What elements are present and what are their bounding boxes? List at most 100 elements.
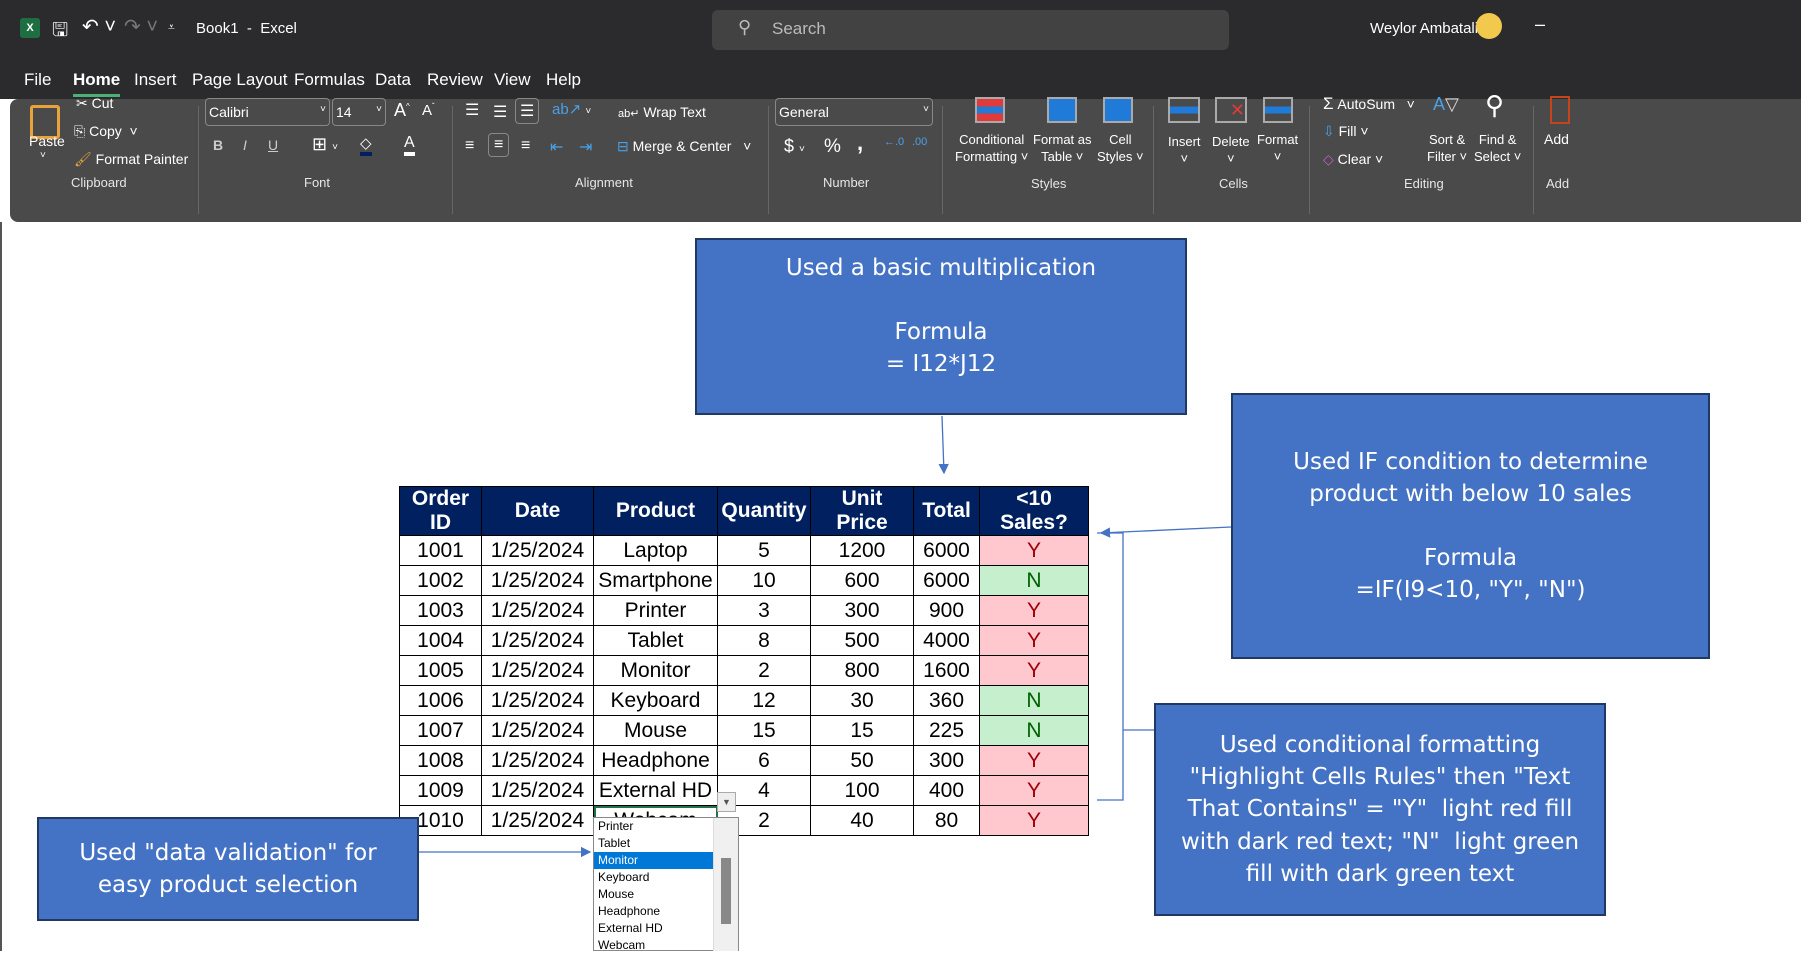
table-cell[interactable]: 1/25/2024 [481, 775, 594, 806]
table-cell[interactable]: 1003 [399, 595, 482, 626]
sales-flag-cell[interactable]: Y [979, 535, 1089, 566]
arrow-multiplication [938, 415, 949, 475]
table-cell[interactable]: Printer [593, 595, 718, 626]
table-cell[interactable]: 900 [913, 595, 980, 626]
table-row: 1002 1/25/2024 Smartphone 10 600 6000 N [399, 565, 1089, 596]
callout-line: = I12*J12 [885, 351, 997, 378]
callout-if-condition: Used IF condition to determine product wi… [1231, 393, 1710, 659]
table-cell[interactable]: 100 [810, 775, 914, 806]
table-cell[interactable]: 40 [810, 805, 914, 836]
table-cell[interactable]: Headphone [593, 745, 718, 776]
column-header[interactable]: Order ID [399, 486, 482, 536]
column-header[interactable]: <10 Sales? [979, 486, 1089, 536]
table-cell[interactable]: 3 [717, 595, 811, 626]
table-cell[interactable]: Smartphone [593, 565, 718, 596]
dropdown-option[interactable]: External HD [594, 920, 713, 937]
table-cell[interactable]: Mouse [593, 715, 718, 746]
column-header[interactable]: Quantity [717, 486, 811, 536]
table-cell[interactable]: 5 [717, 535, 811, 566]
table-cell[interactable]: 1600 [913, 655, 980, 686]
scrollbar-thumb[interactable] [721, 858, 731, 924]
dropdown-arrow-button[interactable]: ▼ [717, 792, 736, 812]
dropdown-option[interactable]: Printer [594, 818, 713, 835]
table-cell[interactable]: Tablet [593, 625, 718, 656]
table-cell[interactable]: Monitor [593, 655, 718, 686]
dropdown-option[interactable]: Webcam [594, 937, 713, 954]
table-cell[interactable]: 300 [913, 745, 980, 776]
callout-line: Formula [894, 319, 988, 346]
table-cell[interactable]: 1006 [399, 685, 482, 716]
table-cell[interactable]: 1007 [399, 715, 482, 746]
table-row: 10101/25/2024Webcam24080Y [399, 805, 1089, 836]
table-cell[interactable]: 1008 [399, 745, 482, 776]
table-cell[interactable]: 10 [717, 565, 811, 596]
table-cell[interactable]: 225 [913, 715, 980, 746]
dropdown-option[interactable]: Monitor [594, 852, 713, 869]
table-cell[interactable]: 1/25/2024 [481, 595, 594, 626]
callout-line: =IF(I9<10, "Y", "N") [1355, 577, 1586, 604]
product-dropdown-list[interactable]: Printer Tablet Monitor Keyboard Mouse Headpho… [593, 817, 739, 954]
table-cell[interactable]: 1200 [810, 535, 914, 566]
sales-flag-cell[interactable]: Y [979, 655, 1089, 686]
table-cell[interactable]: External HD [593, 775, 718, 806]
table-cell[interactable]: 30 [810, 685, 914, 716]
sales-flag-cell[interactable]: Y [979, 775, 1089, 806]
table-cell[interactable]: 1/25/2024 [481, 745, 594, 776]
table-cell[interactable]: 300 [810, 595, 914, 626]
sales-flag-cell[interactable]: Y [979, 805, 1089, 836]
table-cell[interactable]: Keyboard [593, 685, 718, 716]
table-cell[interactable]: 1/25/2024 [481, 685, 594, 716]
bracket-conditional-formatting [1097, 532, 1154, 801]
dropdown-option[interactable]: Headphone [594, 903, 713, 920]
callout-line: with dark red text; "N" light green [1180, 828, 1580, 855]
table-cell[interactable]: 1005 [399, 655, 482, 686]
callout-line: Used conditional formatting [1219, 732, 1541, 759]
arrow-if-condition [1099, 526, 1232, 538]
column-header[interactable]: Date [481, 486, 594, 536]
sales-flag-cell[interactable]: N [979, 715, 1089, 746]
table-cell[interactable]: 1002 [399, 565, 482, 596]
column-header[interactable]: Product [593, 486, 718, 536]
table-cell[interactable]: 8 [717, 625, 811, 656]
table-cell[interactable]: 6000 [913, 535, 980, 566]
table-cell[interactable]: 2 [717, 655, 811, 686]
dropdown-option[interactable]: Keyboard [594, 869, 713, 886]
dropdown-option[interactable]: Tablet [594, 835, 713, 852]
table-cell[interactable]: 15 [810, 715, 914, 746]
table-cell[interactable]: 4000 [913, 625, 980, 656]
table-cell[interactable]: 600 [810, 565, 914, 596]
table-cell[interactable]: 1/25/2024 [481, 625, 594, 656]
table-cell[interactable]: 1/25/2024 [481, 535, 594, 566]
table-cell[interactable]: 15 [717, 715, 811, 746]
table-cell[interactable]: 1001 [399, 535, 482, 566]
table-cell[interactable]: Laptop [593, 535, 718, 566]
sales-flag-cell[interactable]: Y [979, 745, 1089, 776]
table-cell[interactable]: 50 [810, 745, 914, 776]
table-cell[interactable]: 360 [913, 685, 980, 716]
column-header[interactable]: Unit Price [810, 486, 914, 536]
sales-flag-cell[interactable]: Y [979, 595, 1089, 626]
table-cell[interactable]: 400 [913, 775, 980, 806]
table-row: 1007 1/25/2024 Mouse 15 15 225 N [399, 715, 1089, 746]
sales-table: Order ID Date Product Quantity Unit Price Tot… [399, 486, 1089, 836]
table-cell[interactable]: 12 [717, 685, 811, 716]
table-cell[interactable]: 800 [810, 655, 914, 686]
callout-line: product with below 10 sales [1309, 480, 1632, 507]
sales-flag-cell[interactable]: Y [979, 625, 1089, 656]
table-cell[interactable]: 1009 [399, 775, 482, 806]
table-cell[interactable]: 1/25/2024 [481, 655, 594, 686]
callout-line: easy product selection [97, 872, 359, 898]
table-cell[interactable]: 1/25/2024 [481, 565, 594, 596]
table-cell[interactable]: 80 [913, 805, 980, 836]
table-cell[interactable]: 6 [717, 745, 811, 776]
table-cell[interactable]: 6000 [913, 565, 980, 596]
sales-flag-cell[interactable]: N [979, 685, 1089, 716]
table-cell[interactable]: 1/25/2024 [481, 805, 594, 836]
column-header[interactable]: Total [913, 486, 980, 536]
dropdown-option[interactable]: Mouse [594, 886, 713, 903]
table-cell[interactable]: 500 [810, 625, 914, 656]
dropdown-scrollbar[interactable] [713, 818, 738, 951]
table-cell[interactable]: 1004 [399, 625, 482, 656]
table-cell[interactable]: 1/25/2024 [481, 715, 594, 746]
sales-flag-cell[interactable]: N [979, 565, 1089, 596]
